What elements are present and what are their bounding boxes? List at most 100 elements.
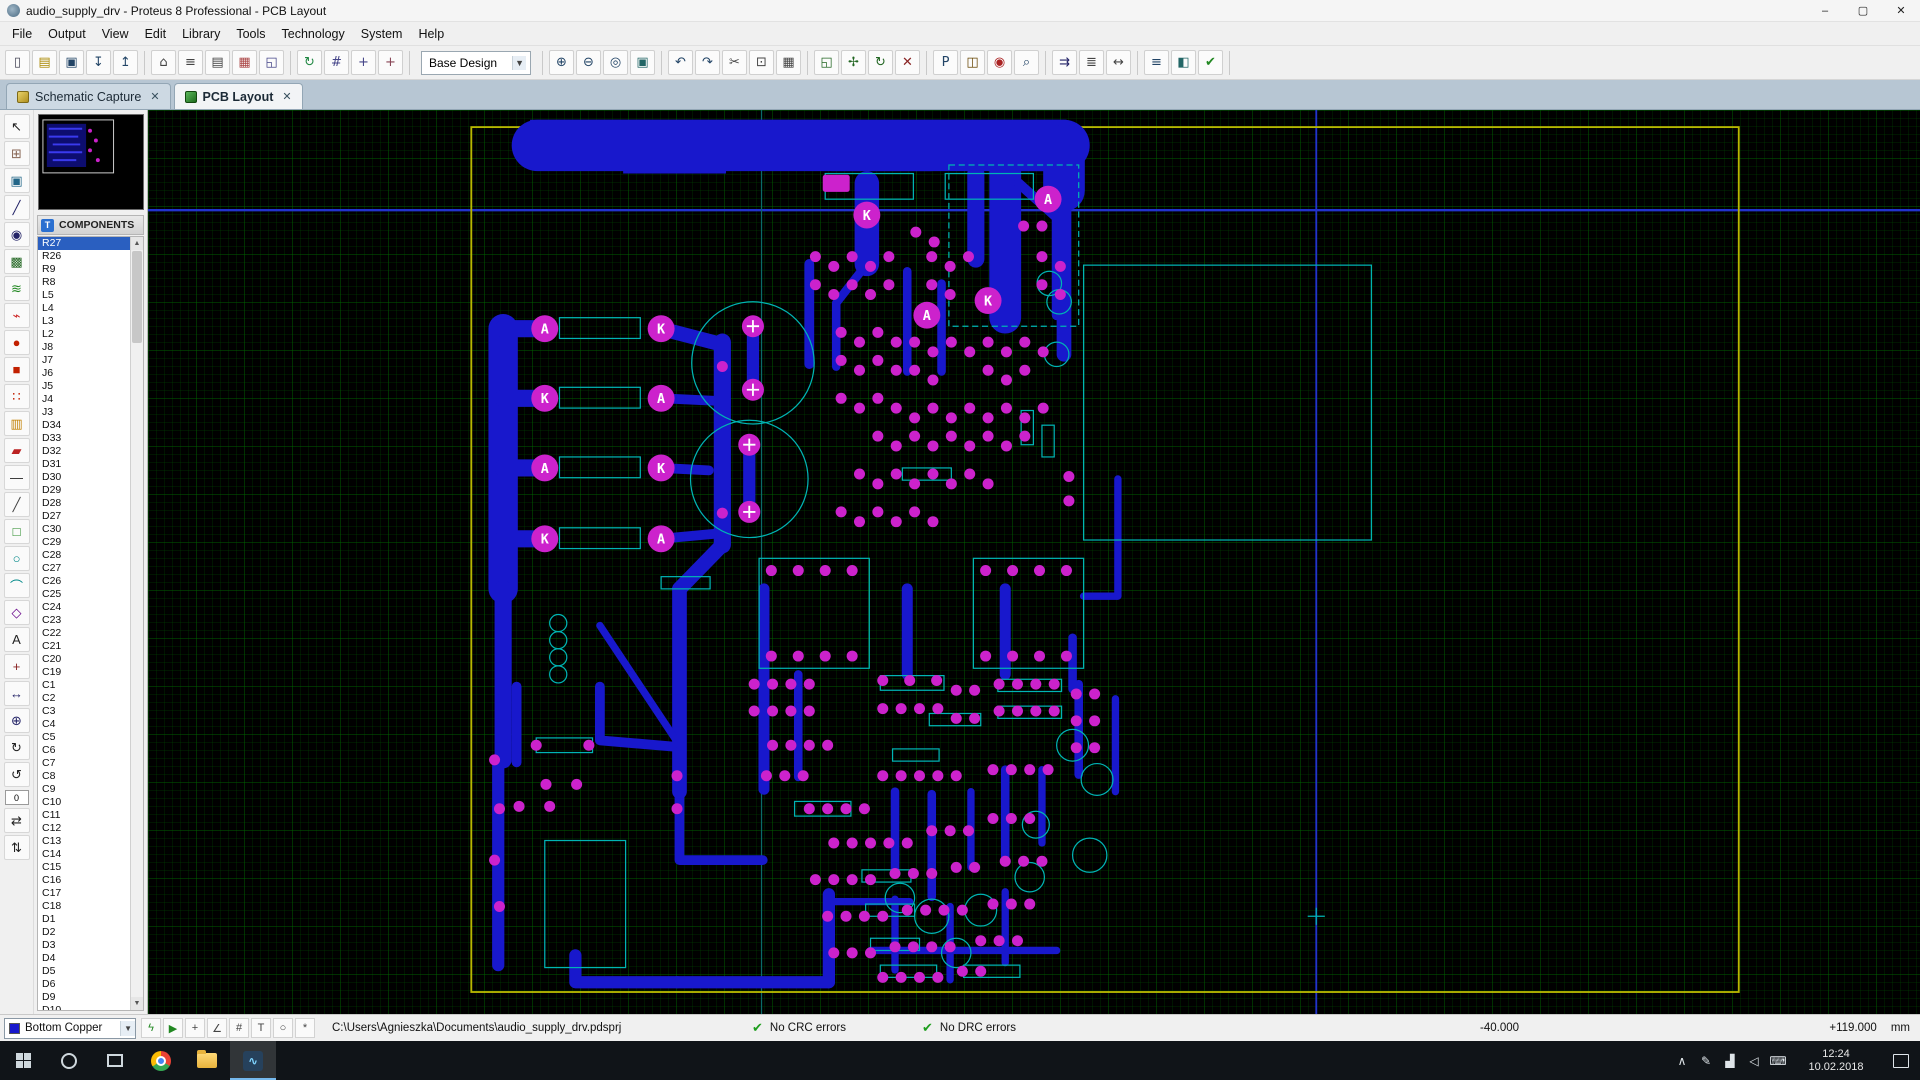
pcb-pad[interactable] [932,971,944,983]
pcb-pad[interactable] [583,739,595,751]
pcb-pad[interactable] [822,739,834,751]
pcb-pad[interactable] [822,910,834,922]
circle-icon[interactable]: ○ [273,1018,293,1038]
component-list-item[interactable]: J3 [38,406,130,419]
zoom-out-button[interactable]: ⊖ [576,50,601,75]
network-icon[interactable]: ▟ [1718,1054,1742,1068]
pcb-pad[interactable] [571,778,583,790]
pcb-pad[interactable] [927,402,939,414]
pcb-pad[interactable] [1048,705,1060,717]
component-list-item[interactable]: D3 [38,939,130,952]
component-list-item[interactable]: J8 [38,341,130,354]
pcb-pad[interactable] [1007,565,1019,577]
pcb-pad[interactable] [975,965,987,977]
maximize-button[interactable]: ▢ [1844,0,1882,21]
pcb-pad[interactable] [926,868,938,880]
pcb-pad[interactable] [835,392,847,404]
pcb-pad[interactable] [872,354,884,366]
component-outline[interactable] [549,665,568,684]
pcb-pad[interactable] [969,712,981,724]
auto-trace-icon[interactable]: ϟ [141,1018,161,1038]
smd-pad-tool[interactable]: ▰ [3,438,30,463]
pcb-pad[interactable] [927,516,939,528]
block-delete-button[interactable]: ✕ [895,50,920,75]
pcb-pad[interactable] [982,478,994,490]
trace-tool[interactable]: ╱ [3,195,30,220]
component-outline[interactable] [549,613,568,633]
pen-icon[interactable]: ✎ [1694,1054,1718,1068]
component-list-item[interactable]: D32 [38,445,130,458]
pcb-pad[interactable] [1089,688,1101,700]
tab-close-icon[interactable]: ✕ [150,90,159,103]
component-outline[interactable] [549,648,568,667]
zone-tool[interactable]: ▩ [3,249,30,274]
pcb-pad[interactable] [975,935,987,947]
make-package-button[interactable]: ◫ [960,50,985,75]
pcb-pad[interactable] [931,675,943,686]
pcb-pad[interactable] [513,800,525,812]
component-outline[interactable] [913,898,950,934]
pcb-pad[interactable] [945,412,957,424]
rotate-cw-tool[interactable]: ↻ [3,735,30,760]
pcb-pad[interactable] [840,910,852,922]
tab-pcb-layout[interactable]: PCB Layout ✕ [173,83,303,109]
pcb-pad[interactable] [1042,764,1054,776]
pcb-pad[interactable] [877,675,889,686]
pcb-pad[interactable] [671,803,683,815]
pcb-pad[interactable] [835,506,847,518]
make-pad-button[interactable]: ◉ [987,50,1012,75]
block-move-button[interactable]: ✢ [841,50,866,75]
component-list-item[interactable]: D27 [38,510,130,523]
component-list-item[interactable]: D10 [38,1004,130,1010]
pcb-pad[interactable] [950,712,962,724]
pcb-pad[interactable] [890,440,902,452]
print-marked-area-button[interactable]: ▦ [232,50,257,75]
components-pick-icon[interactable]: T [41,218,54,232]
pcb-pad[interactable] [822,174,850,192]
pcb-pad[interactable] [872,478,884,490]
print-button[interactable]: ▤ [205,50,230,75]
component-list-item[interactable]: C3 [38,705,130,718]
zoom-area-button[interactable]: ▣ [630,50,655,75]
crc-status[interactable]: ✔ No CRC errors [752,1020,922,1036]
redo-button[interactable]: ↷ [695,50,720,75]
pcb-pad[interactable] [901,837,913,849]
pcb-pad[interactable] [928,236,940,248]
rotation-angle-input[interactable] [4,790,29,805]
pcb-pad[interactable] [980,650,992,662]
pcb-pad[interactable] [964,468,976,480]
path-tool[interactable]: ◇ [3,600,30,625]
edge-pad-tool[interactable]: ▥ [3,411,30,436]
pcb-pad[interactable] [956,965,968,977]
trace-style-button[interactable]: ≣ [1079,50,1104,75]
design-dropdown[interactable]: Base Design ▼ [421,50,531,75]
save-design-button[interactable]: ▣ [59,50,84,75]
component-outline[interactable] [1041,424,1055,458]
pcb-pad[interactable] [913,971,926,983]
pcb-pad[interactable] [1000,374,1012,386]
component-list-item[interactable]: D1 [38,913,130,926]
pcb-pad[interactable] [909,478,921,490]
component-outline[interactable] [1080,762,1114,796]
pcb-pad[interactable] [767,705,779,717]
pcb-pad[interactable] [1011,935,1023,947]
pcb-pad[interactable] [901,904,913,916]
package-tool[interactable]: ▣ [3,168,30,193]
component-list-item[interactable]: L5 [38,289,130,302]
pcb-pad[interactable] [853,402,866,414]
pcb-pad[interactable] [1034,650,1046,662]
pcb-pad[interactable] [926,941,938,953]
pcb-pad[interactable] [872,506,884,518]
components-scrollbar[interactable]: ▲ ▼ [130,237,143,1010]
chevron-up-icon[interactable]: ∧ [1670,1054,1694,1068]
pcb-pad[interactable] [907,941,919,953]
pcb-pad[interactable] [944,260,956,272]
pcb-pad[interactable] [1054,260,1066,272]
pcb-pad[interactable] [792,565,804,577]
scrollbar-thumb[interactable] [132,251,142,343]
component-list-item[interactable]: R8 [38,276,130,289]
pcb-pad[interactable] [872,430,884,442]
component-outline[interactable] [549,631,568,650]
taskbar-clock[interactable]: 12:24 10.02.2018 [1794,1048,1878,1074]
pcb-canvas-svg[interactable]: K A A K A K K A A K K A [148,110,1920,1014]
